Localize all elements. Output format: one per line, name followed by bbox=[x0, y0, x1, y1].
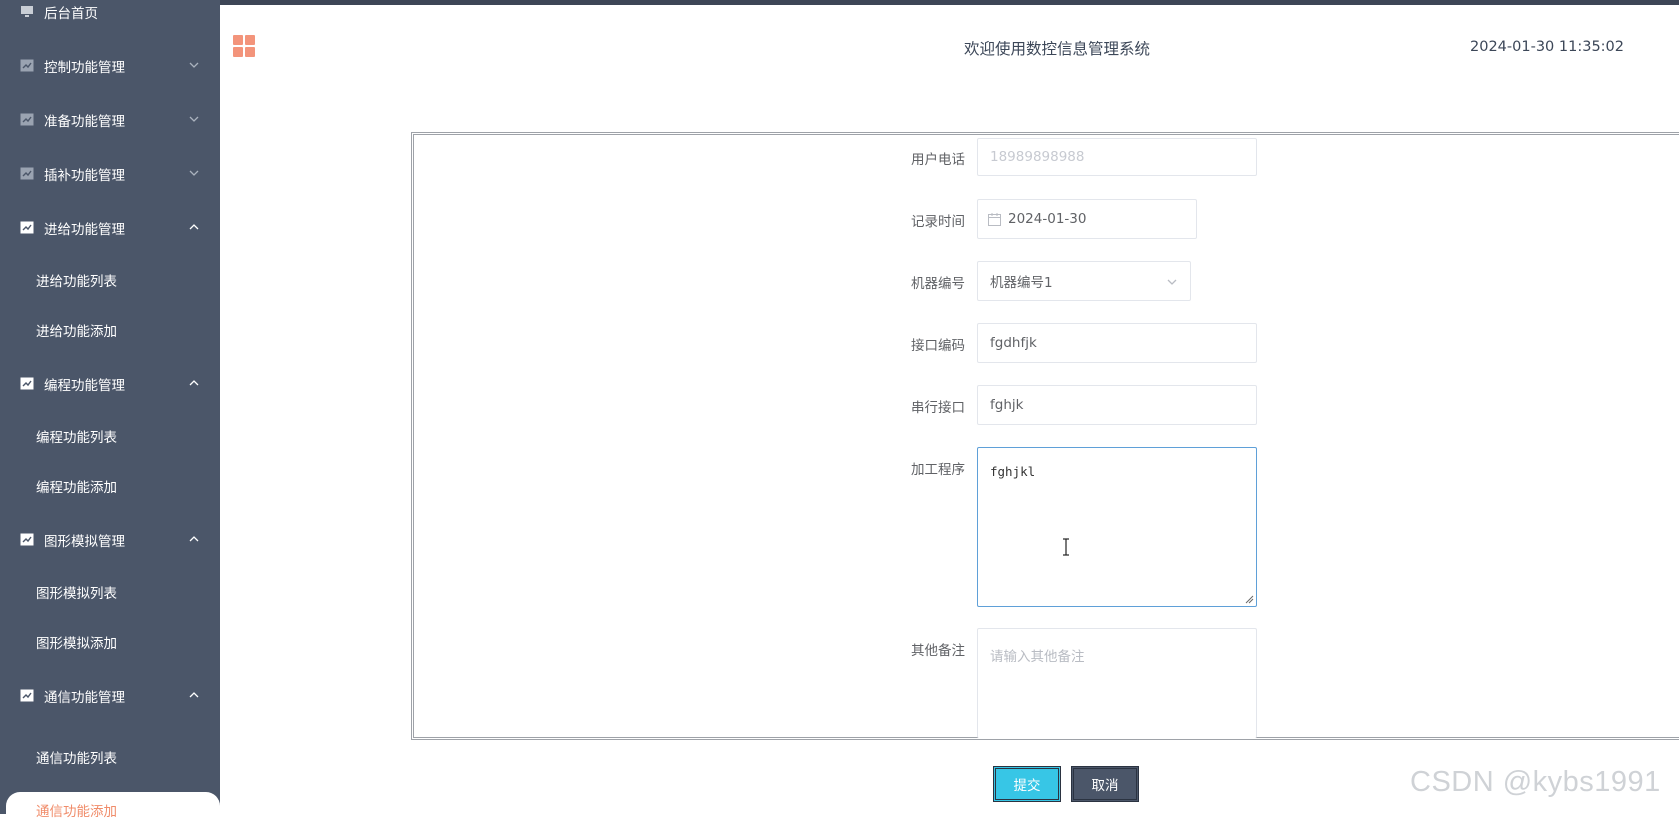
sidebar-item-label: 进给功能添加 bbox=[36, 324, 117, 340]
sidebar-corner bbox=[206, 5, 220, 18]
chart-icon bbox=[20, 533, 34, 546]
sidebar-menu-programming[interactable]: 编程功能管理 bbox=[0, 364, 220, 404]
sidebar-item-label: 进给功能列表 bbox=[36, 274, 117, 290]
machine-no-label: 机器编号 bbox=[911, 276, 965, 292]
serial-port-input[interactable]: fghjk bbox=[977, 385, 1257, 425]
chart-icon bbox=[20, 221, 34, 234]
serial-port-value: fghjk bbox=[990, 397, 1024, 413]
chart-icon bbox=[20, 377, 34, 390]
header-datetime: 2024-01-30 11:35:02 bbox=[1470, 39, 1624, 55]
program-textarea[interactable]: fghjkl bbox=[977, 447, 1257, 607]
remarks-textarea[interactable]: 请输入其他备注 bbox=[977, 628, 1257, 738]
sidebar-item-label: 通信功能列表 bbox=[36, 751, 117, 767]
grid-menu-icon[interactable] bbox=[233, 35, 255, 57]
sidebar-menu-label: 编程功能管理 bbox=[44, 378, 125, 394]
chevron-down-icon bbox=[189, 116, 199, 122]
monitor-icon bbox=[21, 6, 33, 17]
sidebar-item-label: 图形模拟列表 bbox=[36, 586, 117, 602]
sidebar-item-communication-add[interactable]: 通信功能添加 bbox=[6, 792, 220, 822]
sidebar-menu-label: 通信功能管理 bbox=[44, 690, 125, 706]
sidebar-item-label: 编程功能列表 bbox=[36, 430, 117, 446]
chart-icon bbox=[20, 113, 34, 126]
chevron-down-icon bbox=[189, 170, 199, 176]
sidebar-menu-interpolation[interactable]: 插补功能管理 bbox=[0, 154, 220, 194]
chevron-up-icon bbox=[189, 536, 199, 542]
sidebar-item-home[interactable]: 后台首页 bbox=[0, 0, 220, 32]
sidebar-item-programming-add[interactable]: 编程功能添加 bbox=[0, 466, 220, 506]
record-time-label: 记录时间 bbox=[911, 214, 965, 230]
chart-icon bbox=[20, 689, 34, 702]
sidebar: 后台首页 控制功能管理 准备功能管理 插补功能管理 进给功能管理 进给功能列表 … bbox=[0, 0, 220, 822]
remarks-placeholder: 请输入其他备注 bbox=[990, 649, 1085, 665]
cancel-button[interactable]: 取消 bbox=[1071, 766, 1139, 802]
sidebar-item-feed-add[interactable]: 进给功能添加 bbox=[0, 310, 220, 350]
sidebar-menu-feed[interactable]: 进给功能管理 bbox=[0, 208, 220, 248]
sidebar-item-label: 图形模拟添加 bbox=[36, 636, 117, 652]
chevron-up-icon bbox=[189, 692, 199, 698]
program-value: fghjkl bbox=[990, 464, 1036, 479]
sidebar-menu-label: 插补功能管理 bbox=[44, 168, 125, 184]
chevron-down-icon bbox=[1167, 279, 1177, 285]
chevron-down-icon bbox=[189, 62, 199, 68]
watermark: CSDN @kybs1991 bbox=[1410, 766, 1661, 798]
sidebar-item-label: 通信功能添加 bbox=[36, 804, 117, 820]
sidebar-menu-communication[interactable]: 通信功能管理 bbox=[0, 676, 220, 716]
chart-icon bbox=[20, 59, 34, 72]
sidebar-item-graphics-add[interactable]: 图形模拟添加 bbox=[0, 622, 220, 662]
chevron-up-icon bbox=[189, 224, 199, 230]
phone-value: 18989898988 bbox=[990, 149, 1085, 165]
interface-code-input[interactable]: fgdhfjk bbox=[977, 323, 1257, 363]
submit-button[interactable]: 提交 bbox=[993, 766, 1061, 802]
program-label: 加工程序 bbox=[911, 462, 965, 478]
sidebar-item-label: 编程功能添加 bbox=[36, 480, 117, 496]
calendar-icon bbox=[988, 213, 1001, 226]
sidebar-menu-label: 进给功能管理 bbox=[44, 222, 125, 238]
record-time-datepicker[interactable]: 2024-01-30 bbox=[977, 199, 1197, 239]
record-time-value: 2024-01-30 bbox=[1008, 211, 1087, 227]
text-cursor-icon bbox=[1063, 538, 1069, 556]
sidebar-item-graphics-list[interactable]: 图形模拟列表 bbox=[0, 572, 220, 612]
interface-code-value: fgdhfjk bbox=[990, 335, 1037, 351]
remarks-label: 其他备注 bbox=[911, 643, 965, 659]
phone-label: 用户电话 bbox=[911, 152, 965, 168]
sidebar-menu-control[interactable]: 控制功能管理 bbox=[0, 46, 220, 86]
machine-no-value: 机器编号1 bbox=[990, 275, 1053, 291]
sidebar-item-label: 后台首页 bbox=[44, 6, 98, 22]
top-strip bbox=[0, 0, 1679, 5]
interface-code-label: 接口编码 bbox=[911, 338, 965, 354]
machine-no-select[interactable]: 机器编号1 bbox=[977, 261, 1191, 301]
serial-port-label: 串行接口 bbox=[911, 400, 965, 416]
sidebar-menu-label: 图形模拟管理 bbox=[44, 534, 125, 550]
page-title: 欢迎使用数控信息管理系统 bbox=[964, 40, 1151, 58]
sidebar-menu-prepare[interactable]: 准备功能管理 bbox=[0, 100, 220, 140]
sidebar-menu-graphics[interactable]: 图形模拟管理 bbox=[0, 520, 220, 560]
chevron-up-icon bbox=[189, 380, 199, 386]
chart-icon bbox=[20, 167, 34, 180]
sidebar-item-feed-list[interactable]: 进给功能列表 bbox=[0, 260, 220, 300]
sidebar-menu-label: 控制功能管理 bbox=[44, 60, 125, 76]
resize-handle-icon[interactable] bbox=[1244, 594, 1254, 604]
sidebar-item-communication-list[interactable]: 通信功能列表 bbox=[0, 737, 220, 777]
sidebar-item-programming-list[interactable]: 编程功能列表 bbox=[0, 416, 220, 456]
phone-field: 18989898988 bbox=[977, 138, 1257, 176]
sidebar-menu-label: 准备功能管理 bbox=[44, 114, 125, 130]
